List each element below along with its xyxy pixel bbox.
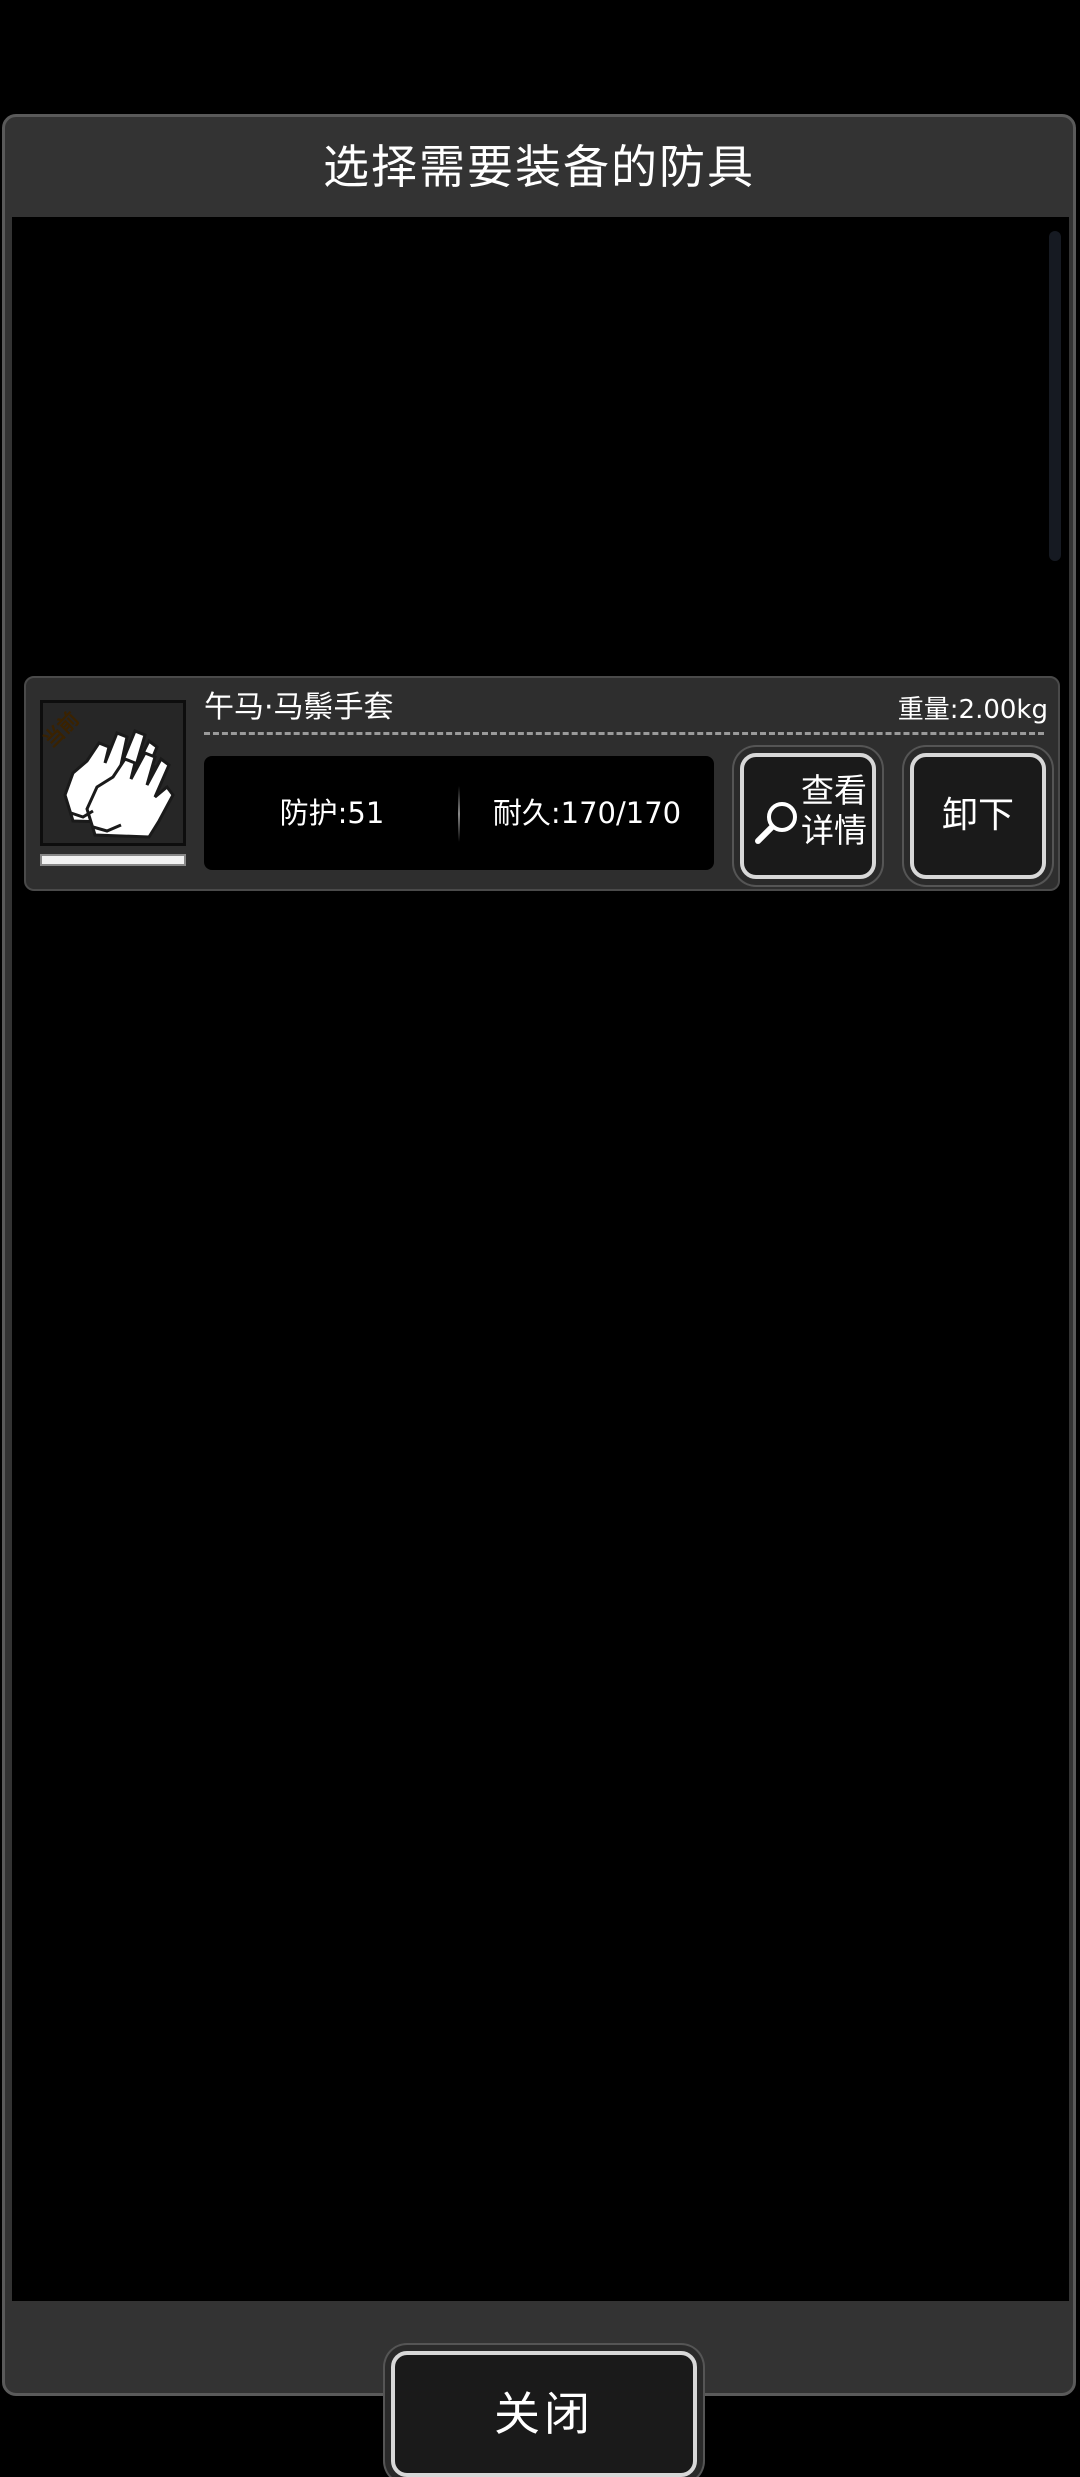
view-details-line1: 查看 (801, 771, 867, 810)
durability-bar (40, 854, 186, 866)
view-details-label: 查看 详情 (796, 771, 872, 851)
defense-stat: 防护:51 (279, 796, 385, 830)
close-button[interactable]: 关闭 (391, 2351, 697, 2477)
view-details-button[interactable]: 查看 详情 (740, 753, 876, 879)
view-details-line2: 详情 (801, 811, 867, 850)
name-divider (204, 732, 1044, 735)
durability-stat: 耐久:170/170 (492, 796, 682, 830)
stats-box: 防护:51 耐久:170/170 (204, 756, 714, 870)
equip-armor-dialog: 选择需要装备的防具 当前 午马·马鬃手套 重量:2.00kg 防护:51 耐久:… (2, 114, 1076, 2477)
item-name: 午马·马鬃手套 (204, 690, 394, 725)
magnifier-icon (755, 802, 797, 844)
armor-item-row[interactable]: 当前 午马·马鬃手套 重量:2.00kg 防护:51 耐久:170/170 查看… (24, 676, 1060, 891)
dialog-title: 选择需要装备的防具 (323, 140, 755, 194)
item-weight: 重量:2.00kg (897, 695, 1048, 725)
armor-list[interactable]: 当前 午马·马鬃手套 重量:2.00kg 防护:51 耐久:170/170 查看… (12, 217, 1069, 2301)
list-scrollbar[interactable] (1049, 231, 1061, 561)
unequip-button[interactable]: 卸下 (910, 753, 1046, 879)
